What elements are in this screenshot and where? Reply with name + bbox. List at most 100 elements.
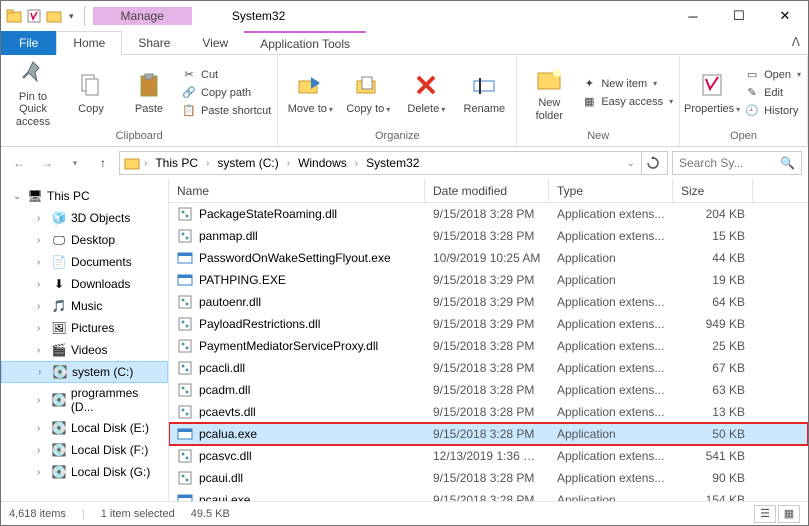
file-date: 9/15/2018 3:28 PM <box>425 383 549 397</box>
search-input[interactable] <box>679 156 780 170</box>
file-row[interactable]: pcasvc.dll12/13/2019 1:36 PMApplication … <box>169 445 808 467</box>
sidebar-item-music[interactable]: ›🎵Music <box>1 295 168 317</box>
breadcrumb[interactable]: › This PC › system (C:) › Windows › Syst… <box>119 151 668 175</box>
file-row[interactable]: pcaui.exe9/15/2018 3:28 PMApplication154… <box>169 489 808 501</box>
search-icon[interactable]: 🔍 <box>780 156 795 170</box>
sidebar-item-desktop[interactable]: ›🖵Desktop <box>1 229 168 251</box>
column-date[interactable]: Date modified <box>425 179 549 202</box>
icons-view-button[interactable]: ▦ <box>778 505 800 523</box>
copy-button[interactable]: Copy <box>65 69 117 115</box>
pin-quick-access-button[interactable]: Pin to Quick access <box>7 57 59 127</box>
column-size[interactable]: Size <box>673 179 753 202</box>
easy-access-button[interactable]: ▦Easy access▾ <box>581 94 673 110</box>
chevron-right-icon[interactable]: › <box>204 158 211 169</box>
rename-button[interactable]: Rename <box>458 69 510 115</box>
file-row[interactable]: pcadm.dll9/15/2018 3:28 PMApplication ex… <box>169 379 808 401</box>
sidebar-item-local-g[interactable]: ›💽Local Disk (G:) <box>1 461 168 483</box>
home-tab[interactable]: Home <box>56 31 122 55</box>
ribbon: Pin to Quick access Copy Paste ✂Cut 🔗Cop… <box>1 55 808 147</box>
sidebar-item-local-f[interactable]: ›💽Local Disk (F:) <box>1 439 168 461</box>
breadcrumb-item[interactable]: system (C:) <box>213 154 282 172</box>
move-to-button[interactable]: Move to▾ <box>284 69 336 115</box>
sidebar-item-programmes-d[interactable]: ›💽programmes (D... <box>1 383 168 417</box>
details-view-button[interactable]: ☰ <box>754 505 776 523</box>
chevron-right-icon[interactable]: › <box>353 158 360 169</box>
file-date: 9/15/2018 3:28 PM <box>425 229 549 243</box>
sidebar-item-this-pc[interactable]: ⌄🖥This PC <box>1 185 168 207</box>
file-row[interactable]: panmap.dll9/15/2018 3:28 PMApplication e… <box>169 225 808 247</box>
sidebar-item-local-e[interactable]: ›💽Local Disk (E:) <box>1 417 168 439</box>
documents-icon: 📄 <box>51 254 67 270</box>
chevron-right-icon[interactable]: › <box>285 158 292 169</box>
file-row[interactable]: pcalua.exe9/15/2018 3:28 PMApplication50… <box>169 423 808 445</box>
sidebar-item-downloads[interactable]: ›⬇Downloads <box>1 273 168 295</box>
delete-button[interactable]: Delete▾ <box>400 69 452 115</box>
close-button[interactable]: ✕ <box>762 1 808 31</box>
new-folder-button[interactable]: New folder <box>523 63 575 121</box>
folder-icon[interactable] <box>5 7 23 25</box>
drive-icon: 💽 <box>51 420 67 436</box>
file-type: Application <box>549 493 673 501</box>
file-row[interactable]: PayloadRestrictions.dll9/15/2018 3:29 PM… <box>169 313 808 335</box>
view-tab[interactable]: View <box>186 31 244 55</box>
new-folder-quick-icon[interactable] <box>45 7 63 25</box>
sidebar-item-system-c[interactable]: ›💽system (C:) <box>1 361 168 383</box>
search-box[interactable]: 🔍 <box>672 151 802 175</box>
file-row[interactable]: PATHPING.EXE9/15/2018 3:29 PMApplication… <box>169 269 808 291</box>
breadcrumb-item[interactable]: System32 <box>362 154 423 172</box>
copy-path-button[interactable]: 🔗Copy path <box>181 85 271 101</box>
file-date: 10/9/2019 10:25 AM <box>425 251 549 265</box>
chevron-down-icon[interactable]: ⌄ <box>627 158 635 169</box>
column-name[interactable]: Name <box>169 179 425 202</box>
chevron-down-icon[interactable]: ⌄ <box>13 191 23 202</box>
forward-button[interactable]: → <box>35 151 59 175</box>
application-tools-tab[interactable]: Application Tools <box>244 31 366 55</box>
open-button[interactable]: ▭Open▾ <box>744 67 801 83</box>
ribbon-collapse-icon[interactable]: ᐱ <box>792 35 800 49</box>
qat-customize[interactable]: ▾ <box>65 11 78 22</box>
sidebar-item-pictures[interactable]: ›🖼Pictures <box>1 317 168 339</box>
up-button[interactable]: ↑ <box>91 151 115 175</box>
properties-quick-icon[interactable] <box>25 7 43 25</box>
paste-shortcut-button[interactable]: 📋Paste shortcut <box>181 103 271 119</box>
copy-to-button[interactable]: Copy to▾ <box>342 69 394 115</box>
back-button[interactable]: ← <box>7 151 31 175</box>
new-item-button[interactable]: ✦New item▾ <box>581 76 673 92</box>
breadcrumb-item[interactable]: This PC <box>151 154 202 172</box>
share-tab[interactable]: Share <box>122 31 186 55</box>
file-row[interactable]: pcaui.dll9/15/2018 3:28 PMApplication ex… <box>169 467 808 489</box>
maximize-button[interactable]: ☐ <box>716 1 762 31</box>
file-row[interactable]: PaymentMediatorServiceProxy.dll9/15/2018… <box>169 335 808 357</box>
sidebar-item-documents[interactable]: ›📄Documents <box>1 251 168 273</box>
file-tab[interactable]: File <box>1 31 56 55</box>
properties-button[interactable]: Properties▾ <box>686 69 738 115</box>
navbar: ← → ▾ ↑ › This PC › system (C:) › Window… <box>1 147 808 179</box>
dll-icon <box>177 206 193 222</box>
edit-button[interactable]: ✎Edit <box>744 85 801 101</box>
file-row[interactable]: PasswordOnWakeSettingFlyout.exe10/9/2019… <box>169 247 808 269</box>
file-row[interactable]: pcacli.dll9/15/2018 3:28 PMApplication e… <box>169 357 808 379</box>
file-size: 50 KB <box>673 427 753 441</box>
file-date: 9/15/2018 3:28 PM <box>425 427 549 441</box>
file-row[interactable]: pautoenr.dll9/15/2018 3:29 PMApplication… <box>169 291 808 313</box>
minimize-button[interactable]: ─ <box>670 1 716 31</box>
copy-path-icon: 🔗 <box>181 85 197 101</box>
file-row[interactable]: PackageStateRoaming.dll9/15/2018 3:28 PM… <box>169 203 808 225</box>
chevron-right-icon[interactable]: › <box>142 158 149 169</box>
file-list[interactable]: Name Date modified Type Size PackageStat… <box>169 179 808 501</box>
context-tab[interactable]: Manage <box>93 7 192 25</box>
refresh-button[interactable] <box>641 152 663 174</box>
recent-locations[interactable]: ▾ <box>63 151 87 175</box>
history-button[interactable]: 🕘History <box>744 103 801 119</box>
downloads-icon: ⬇ <box>51 276 67 292</box>
cut-button[interactable]: ✂Cut <box>181 67 271 83</box>
paste-button[interactable]: Paste <box>123 69 175 115</box>
sidebar[interactable]: ⌄🖥This PC ›🧊3D Objects ›🖵Desktop ›📄Docum… <box>1 179 169 501</box>
sidebar-item-videos[interactable]: ›🎬Videos <box>1 339 168 361</box>
breadcrumb-item[interactable]: Windows <box>294 154 351 172</box>
file-size: 67 KB <box>673 361 753 375</box>
column-type[interactable]: Type <box>549 179 673 202</box>
sidebar-item-3d-objects[interactable]: ›🧊3D Objects <box>1 207 168 229</box>
drive-icon: 💽 <box>51 442 67 458</box>
file-row[interactable]: pcaevts.dll9/15/2018 3:28 PMApplication … <box>169 401 808 423</box>
